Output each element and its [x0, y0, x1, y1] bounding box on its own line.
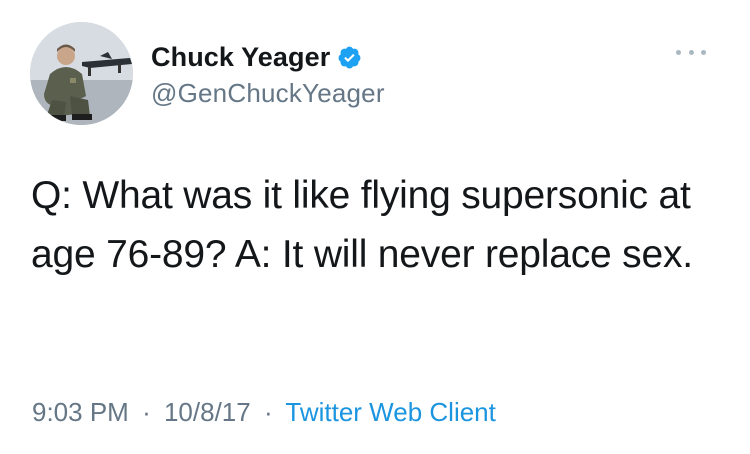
avatar[interactable]	[30, 22, 133, 125]
meta-separator: ·	[142, 397, 151, 427]
tweet-card: Chuck Yeager @GenChuckYeager Q: What was…	[0, 0, 750, 454]
avatar-photo	[30, 22, 133, 125]
tweet-text: Q: What was it like flying supersonic at…	[31, 174, 693, 276]
tweet-meta: 9:03 PM · 10/8/17 · Twitter Web Client	[32, 397, 496, 428]
author-name-row: Chuck Yeager	[151, 40, 385, 74]
tweet-client-link[interactable]: Twitter Web Client	[285, 397, 495, 427]
tweet-date[interactable]: 10/8/17	[164, 397, 251, 427]
dot	[688, 49, 694, 55]
tweet-time[interactable]: 9:03 PM	[32, 397, 129, 427]
verified-badge-icon	[337, 45, 362, 70]
author-name[interactable]: Chuck Yeager	[151, 42, 330, 73]
author-block[interactable]: Chuck Yeager @GenChuckYeager	[151, 40, 385, 109]
dot	[676, 49, 681, 55]
meta-separator: ·	[263, 397, 273, 427]
more-options-icon[interactable]	[676, 45, 706, 59]
dot	[701, 49, 706, 55]
author-handle[interactable]: @GenChuckYeager	[151, 78, 385, 109]
